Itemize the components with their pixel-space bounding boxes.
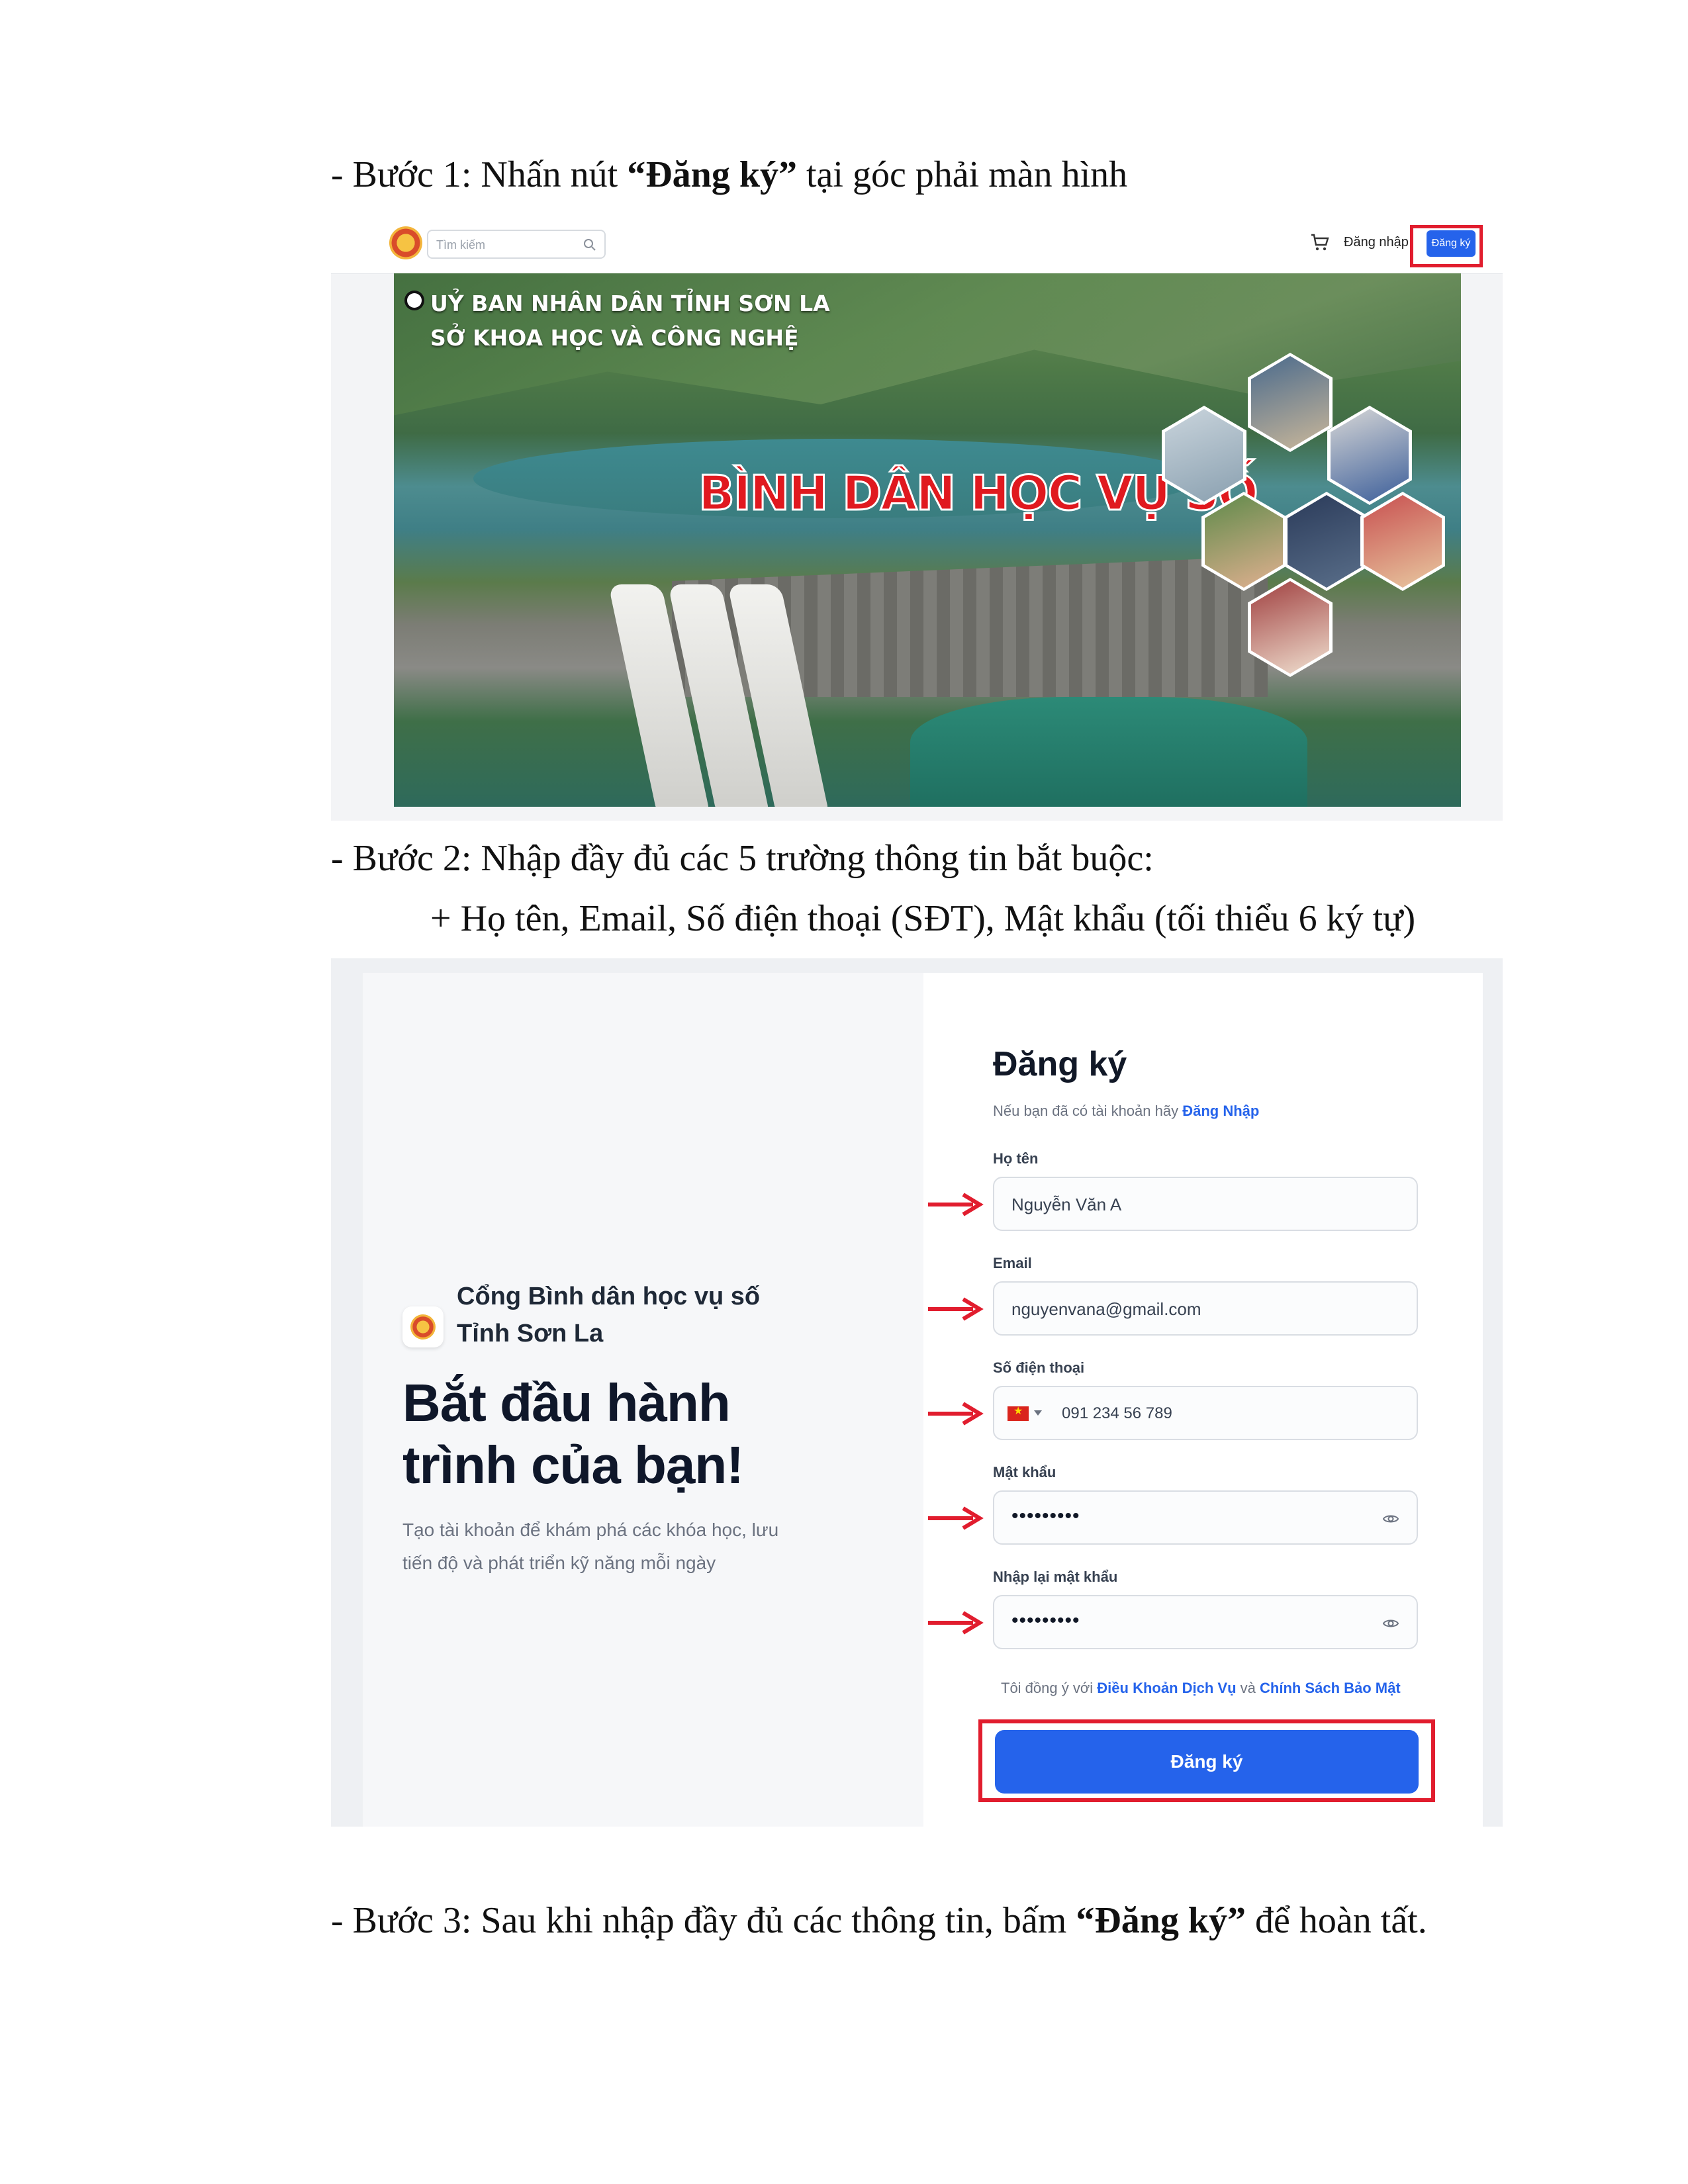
form-title: Đăng ký	[993, 1045, 1127, 1083]
collage-photo	[1284, 492, 1369, 591]
collage-photo	[1162, 406, 1246, 505]
arrow-right-icon	[928, 1611, 984, 1635]
email-label: Email	[993, 1255, 1032, 1271]
eye-icon[interactable]	[1382, 1510, 1399, 1527]
banner-emblem	[407, 293, 422, 308]
search-icon[interactable]	[582, 237, 598, 253]
collage-photo	[1327, 406, 1412, 505]
fullname-label: Họ tên	[993, 1150, 1039, 1167]
phone-value: 091 234 56 789	[1062, 1404, 1172, 1422]
top-navbar: Tìm kiếm Đăng nhập Đăng ký	[331, 217, 1503, 274]
login-link[interactable]: Đăng nhập	[1344, 235, 1409, 250]
collage-photo	[1248, 353, 1333, 452]
collage-photo	[1201, 492, 1286, 591]
hero-banner: UỶ BAN NHÂN DÂN TỈNH SƠN LA SỞ KHOA HỌC …	[394, 273, 1461, 807]
step1-text: - Bước 1: Nhấn nút “Đăng ký” tại góc phả…	[331, 154, 1128, 195]
banner-org-line2: SỞ KHOA HỌC VÀ CÔNG NGHỆ	[430, 325, 799, 351]
privacy-policy-link[interactable]: Chính Sách Bảo Mật	[1260, 1680, 1401, 1696]
fullname-field[interactable]: Nguyễn Văn A	[993, 1177, 1418, 1231]
banner-river	[910, 697, 1307, 807]
hero-subtitle-line1: Tạo tài khoản để khám phá các khóa học, …	[402, 1520, 779, 1540]
hero-heading-line2: trình của bạn!	[402, 1435, 744, 1494]
screenshot-homepage: Tìm kiếm Đăng nhập Đăng ký UỶ BAN NHÂN D…	[331, 217, 1503, 821]
confirm-password-label: Nhập lại mật khẩu	[993, 1569, 1118, 1585]
site-logo[interactable]	[389, 226, 422, 259]
step2-text: - Bước 2: Nhập đầy đủ các 5 trường thông…	[331, 838, 1154, 879]
confirm-password-field[interactable]: •••••••••	[993, 1595, 1418, 1649]
vietnam-flag-icon[interactable]	[1008, 1404, 1029, 1421]
email-value: nguyenvana@gmail.com	[1011, 1299, 1201, 1319]
hero-subtitle-line2: tiến độ và phát triển kỹ năng mỗi ngày	[402, 1553, 716, 1573]
step3-text: - Bước 3: Sau khi nhập đầy đủ các thông …	[331, 1900, 1427, 1941]
search-placeholder: Tìm kiếm	[436, 238, 485, 251]
highlight-box	[978, 1719, 1435, 1802]
password-field[interactable]: •••••••••	[993, 1490, 1418, 1545]
terms-agreement: Tôi đồng ý với Điều Khoản Dịch Vụ và Chí…	[1001, 1680, 1401, 1696]
arrow-right-icon	[928, 1193, 984, 1216]
highlight-box	[1410, 225, 1483, 267]
password-value: •••••••••	[1011, 1505, 1080, 1527]
portal-name-line2: Tỉnh Sơn La	[457, 1320, 604, 1347]
cart-icon[interactable]	[1309, 232, 1331, 253]
banner-photo-collage	[1162, 353, 1445, 710]
search-input[interactable]: Tìm kiếm	[427, 230, 606, 259]
banner-org-line1: UỶ BAN NHÂN DÂN TỈNH SƠN LA	[430, 291, 830, 316]
login-link[interactable]: Đăng Nhập	[1182, 1103, 1259, 1119]
step2-fields-text: + Họ tên, Email, Số điện thoại (SĐT), Mậ…	[430, 898, 1416, 939]
collage-photo	[1360, 492, 1445, 591]
login-hint: Nếu bạn đã có tài khoản hãy Đăng Nhập	[993, 1103, 1260, 1119]
phone-label: Số điện thoại	[993, 1359, 1085, 1376]
screenshot-register-form: Cổng Bình dân học vụ số Tỉnh Sơn La Bắt …	[331, 958, 1503, 1827]
phone-field[interactable]: 091 234 56 789	[993, 1386, 1418, 1440]
fullname-value: Nguyễn Văn A	[1011, 1195, 1122, 1214]
arrow-right-icon	[928, 1506, 984, 1530]
hero-heading-line1: Bắt đầu hành	[402, 1373, 731, 1432]
portal-name-line1: Cổng Bình dân học vụ số	[457, 1283, 761, 1310]
password-label: Mật khẩu	[993, 1464, 1056, 1480]
collage-photo	[1248, 578, 1333, 677]
confirm-password-value: •••••••••	[1011, 1610, 1080, 1631]
portal-logo	[402, 1306, 444, 1347]
email-field[interactable]: nguyenvana@gmail.com	[993, 1281, 1418, 1336]
arrow-right-icon	[928, 1297, 984, 1321]
eye-icon[interactable]	[1382, 1615, 1399, 1632]
terms-of-service-link[interactable]: Điều Khoản Dịch Vụ	[1097, 1680, 1236, 1696]
chevron-down-icon[interactable]	[1034, 1410, 1042, 1416]
arrow-right-icon	[928, 1402, 984, 1426]
